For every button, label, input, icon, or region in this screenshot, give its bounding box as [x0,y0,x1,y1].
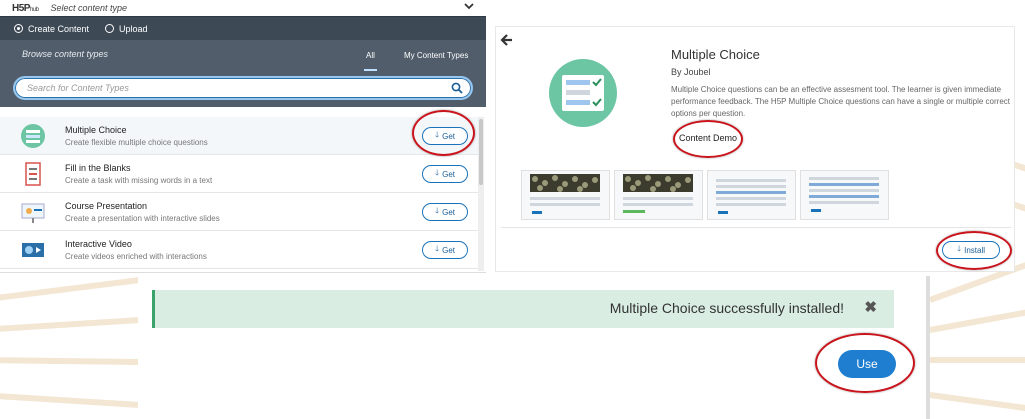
radio-selected-icon[interactable] [14,24,23,33]
get-interactive-video-button[interactable]: 🡓 Get [422,241,468,259]
close-icon[interactable]: ✖ [864,298,877,316]
browse-title: Browse content types [22,49,109,59]
upload-label: Upload [119,23,148,34]
download-arrow-icon: 🡓 [434,130,440,139]
back-arrow-icon[interactable] [500,33,514,47]
screenshot-thumbnail[interactable] [614,170,703,220]
item-description: Create videos enriched with interactions [65,252,207,261]
get-course-presentation-button[interactable]: 🡓 Get [422,203,468,221]
install-button[interactable]: 🡓 Install [942,241,1000,259]
hub-title: Select content type [50,3,128,13]
item-description: Create flexible multiple choice question… [65,138,208,147]
screenshot-image [530,174,600,192]
interactive-video-icon [22,243,44,257]
scrollbar-thumb[interactable] [479,119,483,185]
course-presentation-icon [21,203,45,223]
install-label: Install [964,245,986,255]
item-title: Interactive Video [65,239,132,249]
download-arrow-icon: 🡓 [434,168,440,177]
list-scrollbar[interactable] [478,117,484,271]
item-title: Fill in the Blanks [65,163,131,173]
download-arrow-icon: 🡓 [956,244,962,253]
tab-my-content-types[interactable]: My Content Types [404,51,468,60]
detail-author: By Joubel [671,67,711,77]
detail-description: Multiple Choice questions can be an effe… [671,85,1010,118]
item-title: Course Presentation [65,201,148,211]
get-label: Get [442,207,456,217]
list-item-interactive-video[interactable]: Interactive Video Create videos enriched… [0,231,478,269]
hub-panel: H5Phub Select content type Create Conten… [0,0,486,273]
screenshot-thumbnail[interactable] [521,170,610,220]
panel-edge [926,276,930,419]
content-type-list: Multiple Choice Create flexible multiple… [0,117,478,269]
multiple-choice-icon [21,124,45,148]
divider [501,227,1011,228]
list-item-fill-in-the-blanks[interactable]: Fill in the Blanks Create a task with mi… [0,155,478,193]
item-description: Create a task with missing words in a te… [65,176,213,185]
get-label: Get [442,245,456,255]
browse-bar: Browse content types All My Content Type… [0,40,486,107]
get-label: Get [442,169,456,179]
download-arrow-icon: 🡓 [434,244,440,253]
get-label: Get [442,131,456,141]
create-content-label: Create Content [28,23,90,34]
logo-sub-text: hub [29,6,39,13]
content-demo-link[interactable]: Content Demo [679,133,737,143]
chevron-down-icon[interactable] [464,2,474,13]
list-item-course-presentation[interactable]: Course Presentation Create a presentatio… [0,193,478,231]
radio-empty-icon[interactable] [105,24,115,33]
search-box [13,76,473,100]
search-icon[interactable] [451,82,463,94]
use-button[interactable]: Use [838,350,896,378]
h5p-logo: H5Phub [12,2,39,14]
detail-title: Multiple Choice [671,47,760,62]
hub-header[interactable]: H5Phub Select content type [0,0,486,16]
mode-bar: Create Content Upload [0,16,486,40]
get-multiple-choice-button[interactable]: 🡓 Get [422,127,468,145]
download-arrow-icon: 🡓 [434,206,440,215]
install-result-area: Multiple Choice successfully installed! … [138,276,928,419]
logo-text: H5P [12,2,30,14]
success-message: Multiple Choice successfully installed! [609,300,844,316]
tab-all[interactable]: All [364,51,377,71]
create-content-option[interactable]: Create Content [14,24,89,34]
item-description: Create a presentation with interactive s… [65,214,220,223]
detail-panel: Multiple Choice By Joubel Multiple Choic… [495,26,1015,272]
fill-in-the-blanks-icon [25,162,41,186]
success-alert: Multiple Choice successfully installed! … [152,290,894,328]
get-fill-in-the-blanks-button[interactable]: 🡓 Get [422,165,468,183]
screenshot-thumbnail[interactable] [707,170,796,220]
multiple-choice-logo [549,59,617,127]
item-title: Multiple Choice [65,125,127,135]
upload-option[interactable]: Upload [105,24,148,34]
search-input[interactable] [15,78,435,98]
screenshot-image [623,174,693,192]
list-item-multiple-choice[interactable]: Multiple Choice Create flexible multiple… [0,117,478,155]
screenshot-thumbnail[interactable] [800,170,889,220]
